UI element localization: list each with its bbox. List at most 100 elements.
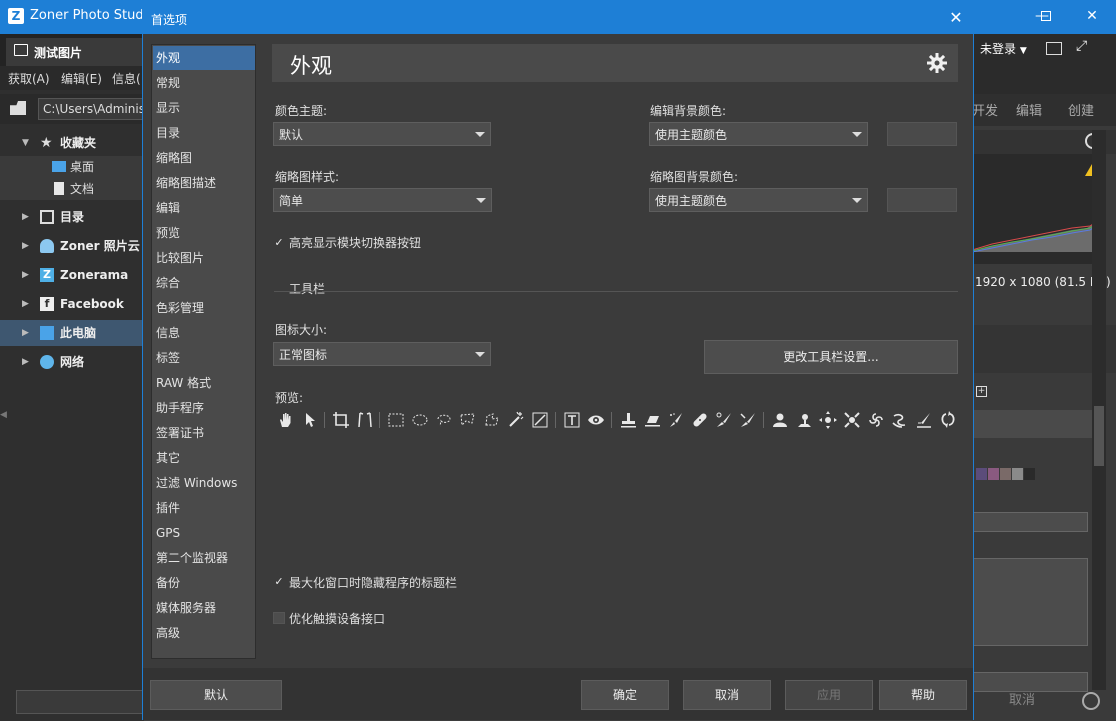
- stamp-icon[interactable]: [618, 410, 638, 430]
- magic-wand-icon[interactable]: [506, 410, 526, 430]
- select-all-icon[interactable]: [530, 410, 550, 430]
- nav-item[interactable]: 缩略图描述: [153, 171, 255, 195]
- polygon-lasso-icon[interactable]: [458, 410, 478, 430]
- ellipse-select-icon[interactable]: [410, 410, 430, 430]
- eraser-icon[interactable]: [642, 410, 662, 430]
- nav-item[interactable]: 综合: [153, 271, 255, 295]
- menu-edit[interactable]: 编辑(E): [61, 70, 102, 87]
- swirl-icon[interactable]: [866, 410, 886, 430]
- main-close-icon[interactable]: ✕: [1072, 4, 1112, 28]
- brush-icon[interactable]: [666, 410, 686, 430]
- help-button[interactable]: 帮助: [879, 680, 967, 710]
- icon-size-select[interactable]: 正常图标: [273, 342, 491, 366]
- move-icon[interactable]: [818, 410, 838, 430]
- nav-item[interactable]: 编辑: [153, 196, 255, 220]
- crop-icon[interactable]: [331, 410, 351, 430]
- cancel-button[interactable]: 取消: [683, 680, 771, 710]
- nav-item[interactable]: 目录: [153, 121, 255, 145]
- tree-catalog[interactable]: ▶ 目录: [0, 204, 144, 230]
- nav-item[interactable]: 助手程序: [153, 396, 255, 420]
- tab-develop[interactable]: 开发: [972, 100, 998, 119]
- nav-item[interactable]: 色彩管理: [153, 296, 255, 320]
- right-field-2[interactable]: [972, 558, 1088, 646]
- thumb-bg-select[interactable]: 使用主题颜色: [649, 188, 868, 212]
- hand-icon[interactable]: [276, 410, 296, 430]
- nav-item[interactable]: RAW 格式: [153, 371, 255, 395]
- tab-create[interactable]: 创建: [1068, 100, 1094, 119]
- ok-button[interactable]: 确定: [581, 680, 669, 710]
- swatch[interactable]: [1000, 468, 1011, 480]
- apply-button[interactable]: 应用: [785, 680, 873, 710]
- bg-cancel-button[interactable]: 取消: [972, 688, 1072, 714]
- tree-favorites[interactable]: ▼ ★ 收藏夹: [0, 130, 144, 156]
- person-icon[interactable]: [770, 410, 790, 430]
- left-bottom-field[interactable]: [16, 690, 144, 714]
- nav-item[interactable]: 其它: [153, 446, 255, 470]
- menu-acquire[interactable]: 获取(A): [8, 70, 50, 87]
- twirl-icon[interactable]: [890, 410, 910, 430]
- pinch-icon[interactable]: [842, 410, 862, 430]
- edit-bg-color-swatch[interactable]: [887, 122, 957, 146]
- tab-editor[interactable]: 编辑: [1016, 100, 1042, 119]
- swatch[interactable]: [988, 468, 999, 480]
- thumb-bg-color-swatch[interactable]: [887, 188, 957, 212]
- right-field-1[interactable]: [972, 512, 1088, 532]
- nav-item[interactable]: 预览: [153, 221, 255, 245]
- nav-item[interactable]: 插件: [153, 496, 255, 520]
- highlight-switcher-checkbox[interactable]: ✓: [273, 237, 285, 249]
- maximize-icon[interactable]: [1026, 4, 1066, 28]
- nav-item[interactable]: 过滤 Windows: [153, 471, 255, 495]
- straighten-icon[interactable]: [355, 410, 375, 430]
- tree-zoner-cloud[interactable]: ▶ Zoner 照片云: [0, 233, 144, 259]
- change-toolbar-button[interactable]: 更改工具栏设置...: [704, 340, 958, 374]
- edit-bg-select[interactable]: 使用主题颜色: [649, 122, 868, 146]
- nav-item[interactable]: 备份: [153, 571, 255, 595]
- nav-item[interactable]: 常规: [153, 71, 255, 95]
- tab-test-images[interactable]: 测试图片: [6, 38, 144, 66]
- gear-icon[interactable]: [1082, 692, 1100, 710]
- menu-info[interactable]: 信息(: [112, 70, 141, 87]
- nav-item[interactable]: 第二个监视器: [153, 546, 255, 570]
- magnetic-lasso-icon[interactable]: [482, 410, 502, 430]
- rect-select-icon[interactable]: [386, 410, 406, 430]
- nav-item[interactable]: 信息: [153, 321, 255, 345]
- collapse-left-icon[interactable]: ◀: [0, 410, 7, 440]
- bandage-icon[interactable]: [690, 410, 710, 430]
- tree-documents[interactable]: 文档: [0, 178, 144, 200]
- nav-item[interactable]: 缩略图: [153, 146, 255, 170]
- color-theme-select[interactable]: 默认: [273, 122, 491, 146]
- swatch[interactable]: [976, 468, 987, 480]
- nav-item[interactable]: 媒体服务器: [153, 596, 255, 620]
- swatch[interactable]: [1012, 468, 1023, 480]
- swatch[interactable]: [1024, 468, 1035, 480]
- nav-item[interactable]: 签署证书: [153, 421, 255, 445]
- pointer-icon[interactable]: [300, 410, 320, 430]
- path-field[interactable]: C:\Users\Adminis: [38, 98, 144, 120]
- right-scrollbar[interactable]: [1092, 130, 1106, 690]
- touch-optimize-checkbox[interactable]: [273, 612, 285, 624]
- fullscreen-icon[interactable]: ⤢: [1076, 38, 1087, 54]
- scroll-thumb[interactable]: [1094, 406, 1104, 466]
- clone-brush-icon[interactable]: [738, 410, 758, 430]
- tree-this-pc[interactable]: ▶ 此电脑: [0, 320, 144, 346]
- smudge-icon[interactable]: [914, 410, 934, 430]
- lasso-icon[interactable]: [434, 410, 454, 430]
- add-icon[interactable]: +: [976, 386, 987, 397]
- nav-item[interactable]: 外观: [153, 46, 255, 70]
- thumb-style-select[interactable]: 简单: [273, 188, 492, 212]
- rotate-icon[interactable]: [938, 410, 958, 430]
- dialog-close-icon[interactable]: ✕: [943, 6, 969, 30]
- nav-item[interactable]: 标签: [153, 346, 255, 370]
- text-icon[interactable]: [562, 410, 582, 430]
- nav-item[interactable]: 比较图片: [153, 246, 255, 270]
- tree-facebook[interactable]: ▶ f Facebook: [0, 291, 144, 317]
- defaults-button[interactable]: 默认: [150, 680, 282, 710]
- login-menu[interactable]: 未登录 ▼: [980, 40, 1027, 57]
- nav-item[interactable]: GPS: [153, 521, 255, 545]
- nav-item[interactable]: 显示: [153, 96, 255, 120]
- tree-zonerama[interactable]: ▶ Z Zonerama: [0, 262, 144, 288]
- dodge-icon[interactable]: [794, 410, 814, 430]
- heal-brush-icon[interactable]: [714, 410, 734, 430]
- nav-item[interactable]: 高级: [153, 621, 255, 645]
- tree-network[interactable]: ▶ 网络: [0, 349, 144, 375]
